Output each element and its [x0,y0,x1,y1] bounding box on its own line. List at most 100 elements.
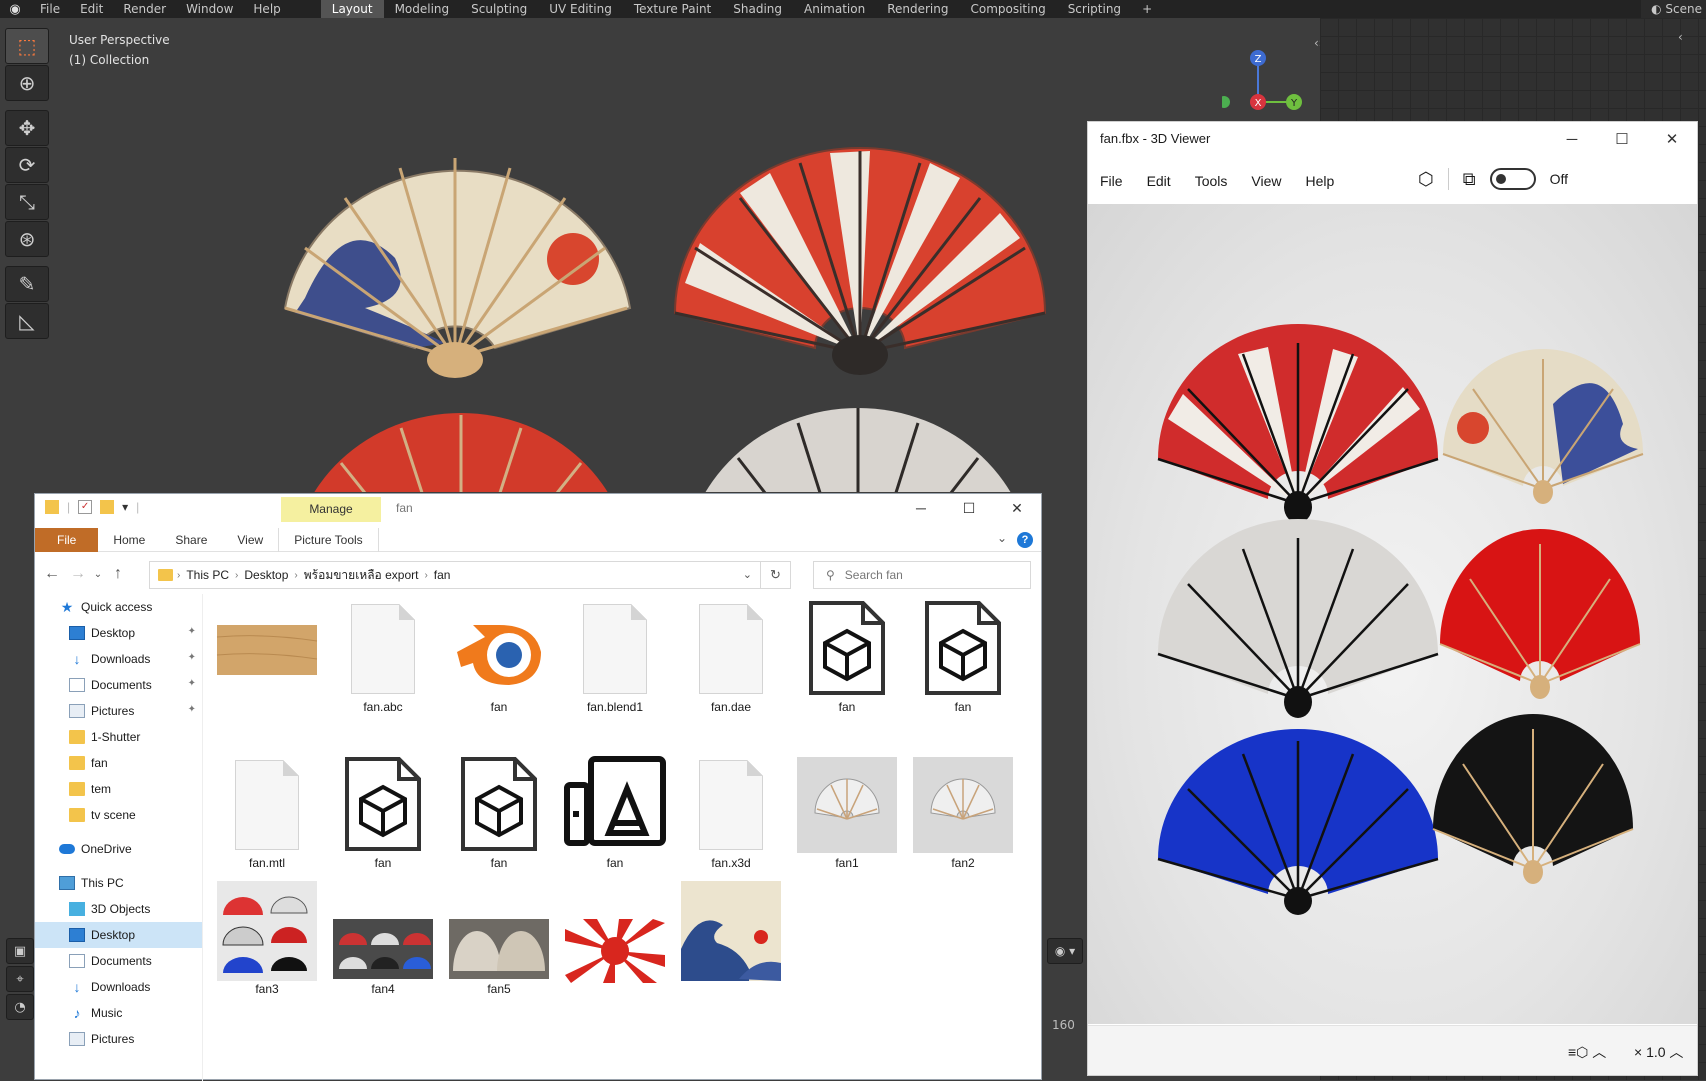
workspace-tab-layout[interactable]: Layout [320,0,384,18]
viewer-menu-file[interactable]: File [1088,173,1135,189]
file-explorer-window[interactable]: | ✓ ▾ | Manage fan ─ ☐ ✕ File Home Share… [34,493,1042,1081]
file-item[interactable]: fan [447,756,551,870]
sidebar-item-music[interactable]: ♪ Music [35,1000,202,1026]
gizmo-neg-y[interactable] [1222,96,1230,108]
3d-viewer-window[interactable]: fan.fbx - 3D Viewer ─ ☐ ✕ File Edit Tools V… [1087,121,1698,1076]
sidebar-item-documents[interactable]: Documents ✦ [35,672,202,698]
workspace-tab-sculpting[interactable]: Sculpting [460,0,538,18]
file-item[interactable]: fan [911,600,1015,714]
model-info-button[interactable]: ⬡ [1418,169,1434,190]
sidebar-item-quick-access[interactable]: ★ Quick access [35,594,202,620]
scene-selector[interactable]: ◐ Scene [1641,0,1706,18]
tab-view[interactable]: View [222,528,278,552]
workspace-tab-modeling[interactable]: Modeling [384,0,461,18]
workspace-tab-scripting[interactable]: Scripting [1057,0,1132,18]
viewer-fan-red[interactable] [1439,529,1641,699]
file-item[interactable]: fan.x3d [679,756,783,870]
qat-dropdown-icon[interactable]: ▾ [122,500,128,514]
breadcrumb-item[interactable]: Desktop [238,568,294,582]
camera-view-button[interactable]: ▣ [6,938,34,964]
tab-home[interactable]: Home [98,528,160,552]
file-item[interactable]: fan1 [795,756,899,870]
help-icon[interactable]: ? [1017,532,1033,548]
sidebar-item-pictures[interactable]: Pictures [35,1026,202,1052]
maximize-button[interactable]: ☐ [945,494,993,522]
viewer-fan-blue[interactable] [1157,729,1439,915]
file-item[interactable]: fan3 [215,881,319,996]
sidebar-item-1-shutter[interactable]: 1-Shutter [35,724,202,750]
zoom-level[interactable]: × 1.0 ︿ [1634,1042,1683,1062]
sidebar-item-downloads[interactable]: ↓ Downloads ✦ [35,646,202,672]
menu-window[interactable]: Window [176,2,243,16]
search-input[interactable]: ⚲ Search fan [813,561,1031,589]
file-item[interactable]: fan.mtl [215,756,319,870]
visibility-button[interactable]: ◉ ▾ [1047,938,1083,964]
folder-icon[interactable] [45,500,59,514]
sidebar-item-this-pc[interactable]: This PC [35,870,202,896]
file-item[interactable]: fan [331,756,435,870]
expand-ribbon-icon[interactable]: ⌄ [997,531,1007,545]
breadcrumb-item[interactable]: พร้อมขายเหลือ export [298,566,425,585]
tab-share[interactable]: Share [160,528,222,552]
file-item[interactable]: fan [563,756,667,870]
workspace-tab-shading[interactable]: Shading [722,0,793,18]
viewer-minimize-button[interactable]: ─ [1547,122,1597,156]
mixed-reality-button[interactable]: ⧉ [1463,169,1476,190]
viewer-menu-help[interactable]: Help [1293,173,1346,189]
viewer-maximize-button[interactable]: ☐ [1597,122,1647,156]
viewer-menu-view[interactable]: View [1239,173,1293,189]
fan-wave-model[interactable] [283,158,632,378]
viewer-fan-white[interactable] [1157,519,1439,718]
workspace-tab-compositing[interactable]: Compositing [959,0,1056,18]
file-item[interactable] [679,881,783,982]
workspace-tab-animation[interactable]: Animation [793,0,876,18]
viewer-menu-tools[interactable]: Tools [1183,173,1240,189]
viewer-fan-wave[interactable] [1442,349,1644,504]
file-item[interactable]: fan4 [331,882,435,996]
lighting-button[interactable]: ≡⬡ ︿ [1568,1042,1606,1062]
minimize-button[interactable]: ─ [897,494,945,522]
sidebar-item-tem[interactable]: tem [35,776,202,802]
pivot-button[interactable]: ⌖ [6,966,34,992]
viewer-menu-edit[interactable]: Edit [1135,173,1183,189]
address-dropdown-icon[interactable]: ⌄ [743,568,752,581]
menu-render[interactable]: Render [113,2,176,16]
file-item[interactable]: fan.blend1 [563,600,667,714]
menu-help[interactable]: Help [243,2,290,16]
fan-rising-sun-model[interactable] [673,147,1047,375]
menu-edit[interactable]: Edit [70,2,113,16]
menu-file[interactable]: File [30,2,70,16]
sidebar-item-3d-objects[interactable]: 3D Objects [35,896,202,922]
sidebar-item-tv-scene[interactable]: tv scene [35,802,202,828]
sidebar-item-desktop[interactable]: Desktop [35,922,202,948]
viewer-canvas[interactable] [1088,204,1697,1024]
file-item[interactable]: fan2 [911,756,1015,870]
breadcrumb-item[interactable]: This PC [180,568,235,582]
close-button[interactable]: ✕ [993,494,1041,522]
address-bar[interactable]: › This PC › Desktop › พร้อมขายเหลือ export › fa… [149,561,791,589]
manage-contextual-tab[interactable]: Manage [281,497,381,522]
blender-logo-icon[interactable]: ◉ [0,2,30,17]
sidebar-item-downloads[interactable]: ↓ Downloads [35,974,202,1000]
tab-file[interactable]: File [35,527,99,552]
sidebar-item-documents[interactable]: Documents [35,948,202,974]
new-folder-icon[interactable] [100,500,115,514]
breadcrumb-item[interactable]: fan [428,568,457,582]
recent-locations-button[interactable]: ⌄ [91,569,105,580]
viewer-close-button[interactable]: ✕ [1647,122,1697,156]
file-item[interactable]: fan [447,600,551,714]
collapse-icon[interactable]: ‹ [1678,30,1683,44]
file-item[interactable] [215,600,319,700]
file-item[interactable]: fan [795,600,899,714]
back-button[interactable]: ← [39,565,65,583]
sidebar-item-fan[interactable]: fan [35,750,202,776]
properties-icon[interactable]: ✓ [78,500,93,514]
file-item[interactable]: fan.dae [679,600,783,714]
up-button[interactable]: ↑ [105,565,131,583]
viewer-fan-rising-sun[interactable] [1157,324,1439,523]
sidebar-item-pictures[interactable]: Pictures ✦ [35,698,202,724]
playback-button[interactable]: ◔ [6,994,34,1020]
tab-picture-tools[interactable]: Picture Tools [278,527,379,552]
file-item[interactable] [563,882,667,983]
workspace-tab-rendering[interactable]: Rendering [876,0,959,18]
